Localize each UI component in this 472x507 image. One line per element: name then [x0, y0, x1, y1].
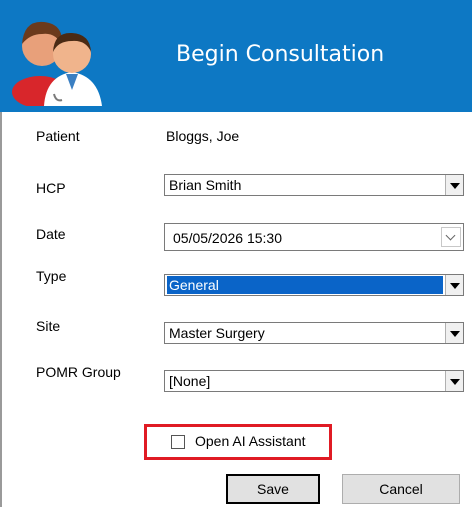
calendar-icon[interactable]: [441, 227, 461, 247]
type-select[interactable]: General: [164, 274, 464, 296]
hcp-select-value: Brian Smith: [169, 177, 242, 193]
hcp-select[interactable]: Brian Smith: [164, 174, 464, 196]
patient-doctor-icon: [12, 21, 102, 106]
chevron-down-icon[interactable]: [445, 371, 463, 391]
ai-assistant-highlight: Open AI Assistant: [144, 424, 332, 460]
ai-assistant-label[interactable]: Open AI Assistant: [195, 433, 306, 449]
pomr-group-select-value: [None]: [169, 373, 211, 389]
patient-label: Patient: [36, 128, 80, 144]
site-select-value: Master Surgery: [169, 325, 265, 341]
ai-assistant-checkbox[interactable]: [171, 435, 185, 449]
pomr-group-select[interactable]: [None]: [164, 370, 464, 392]
hcp-label: HCP: [36, 180, 66, 196]
chevron-down-icon[interactable]: [445, 175, 463, 195]
date-value: 05/05/2026 15:30: [173, 230, 282, 246]
date-picker[interactable]: 05/05/2026 15:30: [164, 223, 464, 251]
date-label: Date: [36, 226, 66, 242]
patient-value: Bloggs, Joe: [166, 128, 240, 144]
dialog-header: Begin Consultation: [0, 0, 472, 112]
site-label: Site: [36, 318, 61, 334]
save-button[interactable]: Save: [226, 474, 320, 504]
site-select[interactable]: Master Surgery: [164, 322, 464, 344]
chevron-down-icon[interactable]: [445, 323, 463, 343]
chevron-down-icon[interactable]: [445, 275, 463, 295]
dialog-title: Begin Consultation: [176, 42, 385, 67]
type-select-value: General: [167, 276, 443, 294]
window-border: [0, 112, 2, 507]
cancel-button[interactable]: Cancel: [342, 474, 460, 504]
pomr-group-label: POMR Group: [36, 364, 121, 380]
type-label: Type: [36, 268, 67, 284]
